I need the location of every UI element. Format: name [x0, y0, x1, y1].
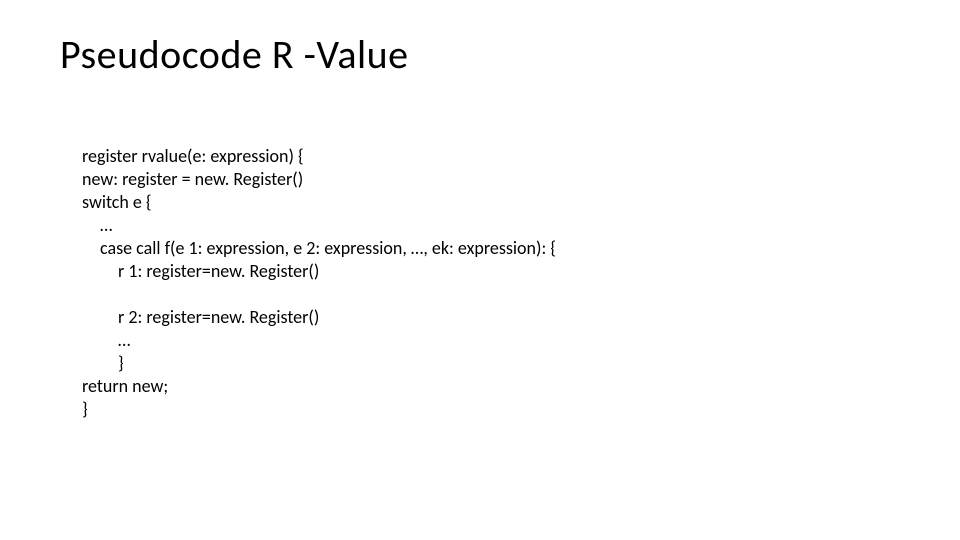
code-line: }: [82, 398, 88, 420]
slide: Pseudocode R -Value register rvalue(e: e…: [0, 0, 960, 540]
code-line: switch e {: [82, 191, 152, 213]
pseudocode-block: register rvalue(e: expression) { new: re…: [82, 122, 556, 421]
code-line: …: [82, 214, 112, 237]
slide-title: Pseudocode R -Value: [60, 30, 409, 79]
code-line: r 1: register=new. Register(): [82, 260, 319, 283]
code-line: r 2: register=new. Register(): [82, 306, 319, 329]
code-line: new: register = new. Register(): [82, 168, 303, 190]
code-line: …: [82, 329, 130, 352]
code-line: register rvalue(e: expression) {: [82, 145, 304, 167]
code-line: case call f(e 1: expression, e 2: expres…: [82, 237, 556, 260]
code-line: }: [82, 352, 124, 375]
code-line: return new;: [82, 375, 168, 397]
